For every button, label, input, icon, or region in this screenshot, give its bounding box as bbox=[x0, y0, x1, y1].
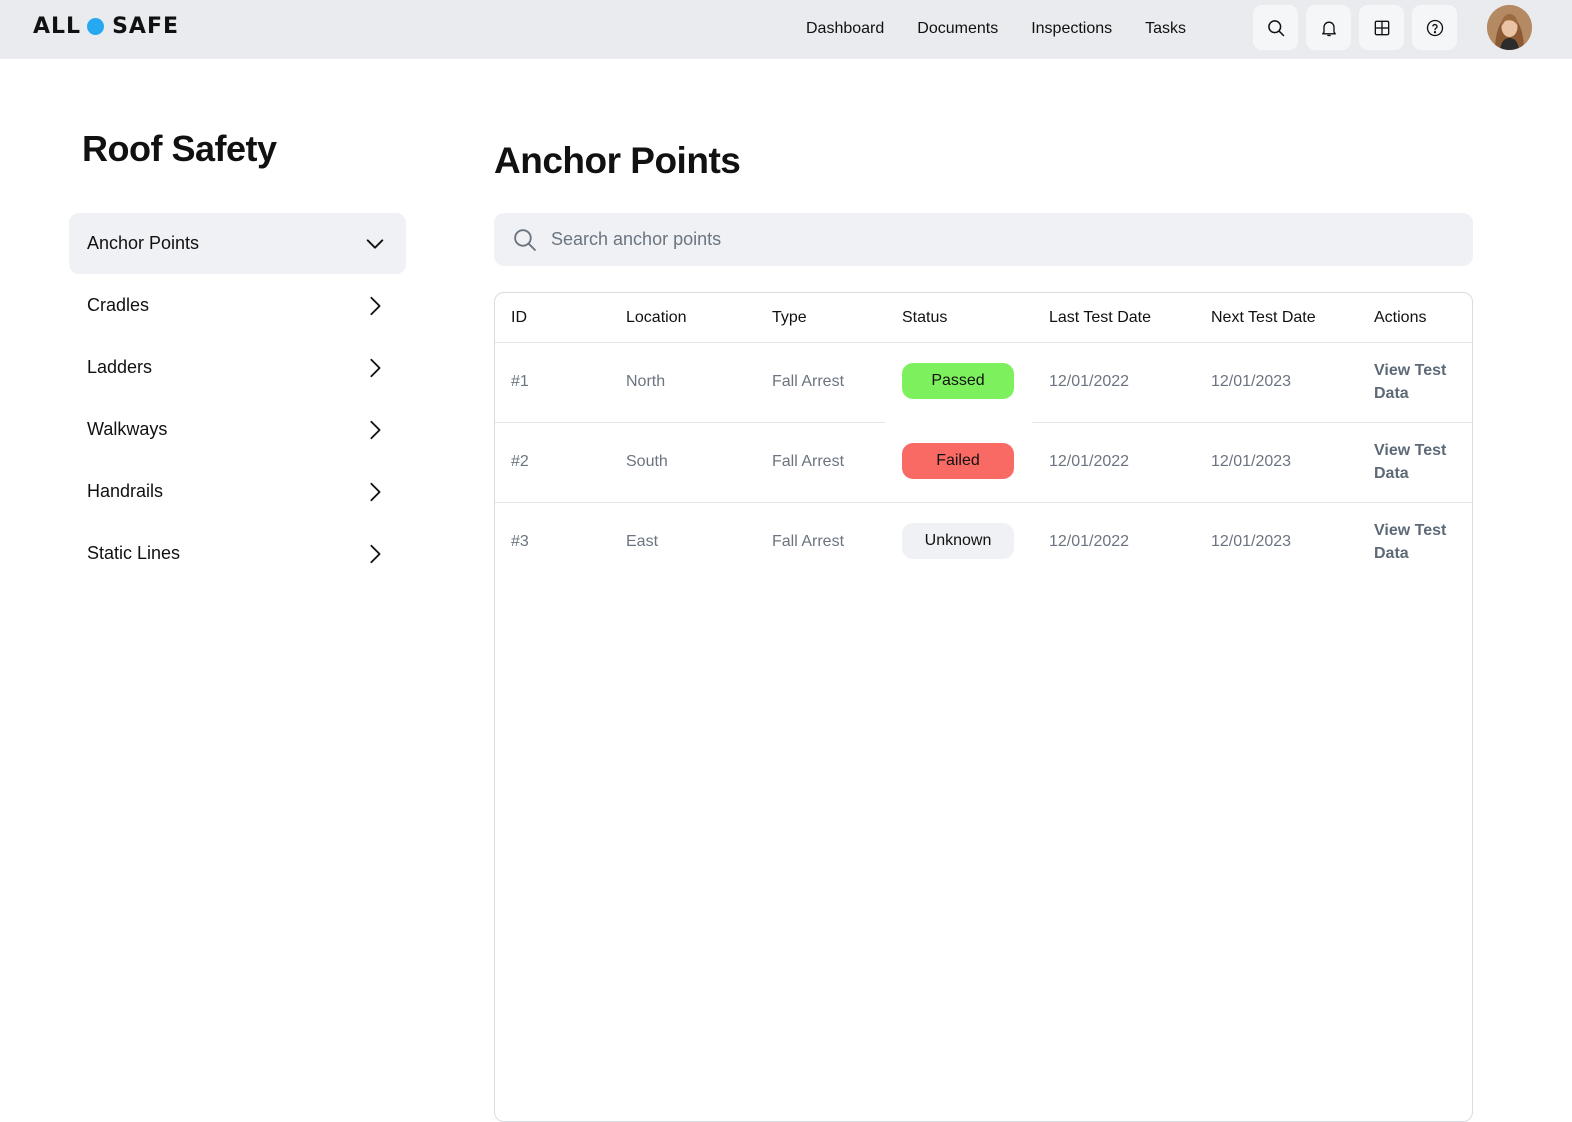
column-header-type: Type bbox=[772, 309, 807, 326]
search-input[interactable] bbox=[551, 213, 1431, 266]
sidebar-item-label: Handrails bbox=[87, 481, 164, 501]
cell-id: #2 bbox=[511, 453, 529, 470]
cell-location: East bbox=[626, 533, 659, 550]
sidebar-item-walkways[interactable]: Walkways bbox=[69, 399, 406, 460]
column-header-next-test-date: Next Test Date bbox=[1211, 309, 1316, 326]
column-header-status: Status bbox=[902, 309, 948, 326]
column-header-location: Location bbox=[626, 309, 687, 326]
cell-id: #1 bbox=[511, 373, 529, 390]
search-button[interactable] bbox=[1253, 5, 1298, 50]
table-row: #1 North Fall Arrest Passed 12/01/2022 1… bbox=[495, 343, 1472, 423]
sidebar-item-label: Ladders bbox=[87, 357, 153, 377]
cell-type: Fall Arrest bbox=[772, 533, 845, 550]
sidebar-item-handrails[interactable]: Handrails bbox=[69, 461, 406, 522]
nav-item-documents[interactable]: Documents bbox=[917, 18, 998, 40]
cell-last-test-date: 12/01/2022 bbox=[1049, 453, 1130, 470]
view-test-data-link[interactable]: View Test Data bbox=[1374, 359, 1464, 405]
cell-type: Fall Arrest bbox=[772, 373, 845, 390]
help-button[interactable] bbox=[1412, 5, 1457, 50]
chevron-right-icon bbox=[370, 544, 381, 563]
cell-next-test-date: 12/01/2023 bbox=[1211, 533, 1292, 550]
search-icon bbox=[1267, 19, 1284, 36]
status-badge: Failed bbox=[902, 443, 1014, 479]
logo[interactable]: ALL SAFE bbox=[33, 12, 179, 40]
view-test-data-link[interactable]: View Test Data bbox=[1374, 519, 1464, 565]
nav-item-dashboard[interactable]: Dashboard bbox=[806, 18, 884, 40]
chevron-right-icon bbox=[370, 420, 381, 439]
column-header-id: ID bbox=[511, 309, 527, 326]
sidebar-item-label: Cradles bbox=[87, 295, 150, 315]
column-header-actions: Actions bbox=[1374, 309, 1427, 326]
nav-item-tasks[interactable]: Tasks bbox=[1145, 18, 1186, 40]
cell-location: North bbox=[626, 373, 666, 390]
cell-type: Fall Arrest bbox=[772, 453, 845, 470]
sidebar-title: Roof Safety bbox=[82, 128, 277, 169]
status-badge: Unknown bbox=[902, 523, 1014, 559]
logo-dot bbox=[87, 17, 105, 35]
chevron-down-icon bbox=[366, 238, 384, 249]
grid-icon bbox=[1374, 20, 1389, 35]
table-row: #3 East Fall Arrest Unknown 12/01/2022 1… bbox=[495, 503, 1472, 583]
view-test-data-link[interactable]: View Test Data bbox=[1374, 439, 1464, 485]
cell-last-test-date: 12/01/2022 bbox=[1049, 533, 1130, 550]
cell-id: #3 bbox=[511, 533, 529, 550]
bell-icon bbox=[1321, 21, 1336, 36]
column-header-last-test-date: Last Test Date bbox=[1049, 309, 1151, 326]
apps-button[interactable] bbox=[1359, 5, 1404, 50]
logo-text-right: SAFE bbox=[112, 13, 180, 39]
help-icon bbox=[1426, 19, 1443, 36]
cell-location: South bbox=[626, 453, 668, 470]
chevron-right-icon bbox=[370, 482, 381, 501]
sidebar-item-label: Walkways bbox=[87, 419, 168, 439]
sidebar-item-label: Anchor Points bbox=[87, 233, 200, 253]
notifications-button[interactable] bbox=[1306, 5, 1351, 50]
chevron-right-icon bbox=[370, 296, 381, 315]
cell-last-test-date: 12/01/2022 bbox=[1049, 373, 1130, 390]
sidebar-item-ladders[interactable]: Ladders bbox=[69, 337, 406, 398]
user-avatar[interactable] bbox=[1487, 5, 1532, 50]
avatar-image bbox=[1487, 5, 1532, 50]
top-bar: ALL SAFE Dashboard Documents Inspections… bbox=[0, 0, 1572, 59]
anchor-points-table: ID Location Type Status Last Test Date N… bbox=[494, 292, 1473, 1122]
sidebar-item-anchor-points[interactable]: Anchor Points bbox=[69, 213, 406, 274]
logo-text-left: ALL bbox=[33, 13, 82, 39]
cell-next-test-date: 12/01/2023 bbox=[1211, 453, 1292, 470]
page-title: Anchor Points bbox=[494, 140, 741, 181]
table-header: ID Location Type Status Last Test Date N… bbox=[495, 293, 1472, 343]
sidebar-list: Anchor Points Cradles Ladders Walkways H… bbox=[69, 213, 406, 585]
table-row: #2 South Fall Arrest Failed 12/01/2022 1… bbox=[495, 423, 1472, 503]
search-bar bbox=[494, 213, 1473, 266]
chevron-right-icon bbox=[370, 358, 381, 377]
sidebar-item-label: Static Lines bbox=[87, 543, 181, 563]
search-icon bbox=[514, 229, 536, 251]
status-badge: Passed bbox=[902, 363, 1014, 399]
sidebar-item-static-lines[interactable]: Static Lines bbox=[69, 523, 406, 584]
sidebar-item-cradles[interactable]: Cradles bbox=[69, 275, 406, 336]
cell-next-test-date: 12/01/2023 bbox=[1211, 373, 1292, 390]
main-nav: Dashboard Documents Inspections Tasks bbox=[806, 18, 1219, 40]
nav-item-inspections[interactable]: Inspections bbox=[1031, 18, 1112, 40]
